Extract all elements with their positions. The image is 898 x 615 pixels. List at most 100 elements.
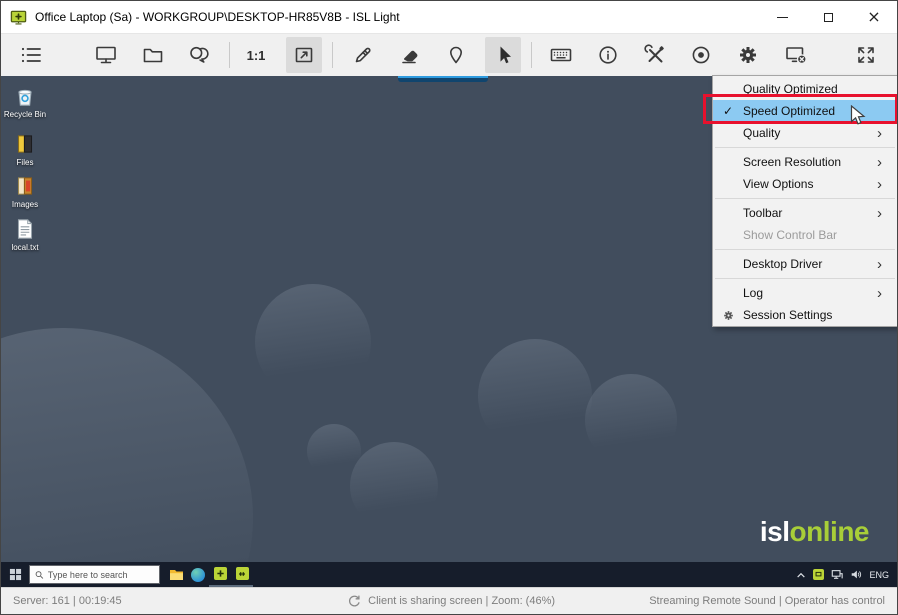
eraser-button[interactable] — [392, 37, 428, 73]
info-icon — [599, 46, 617, 64]
recycle-bin-icon — [18, 89, 32, 106]
menu-item-quality-optimized[interactable]: Quality Optimized — [713, 78, 897, 100]
server-status-text: Server: 161 | 00:19:45 — [13, 595, 122, 607]
menu-item-toolbar[interactable]: Toolbar › — [713, 202, 897, 224]
minimize-button[interactable] — [759, 1, 805, 33]
search-icon — [35, 570, 44, 579]
laser-pointer-button[interactable] — [438, 37, 474, 73]
volume-icon[interactable] — [850, 569, 862, 580]
menu-item-desktop-driver[interactable]: Desktop Driver › — [713, 253, 897, 275]
taskbar-edge[interactable] — [187, 562, 209, 587]
keyboard-icon — [550, 48, 572, 62]
windows-logo-icon — [9, 568, 21, 581]
monitor-icon — [96, 46, 116, 64]
islonline-logo: islonline — [760, 516, 870, 548]
draw-pen-button[interactable] — [345, 37, 381, 73]
minimized-control-bar-tab[interactable] — [398, 76, 488, 82]
file-explorer-icon — [169, 570, 183, 580]
maximize-icon — [823, 12, 833, 22]
background-circle — [1, 328, 253, 564]
status-bar: Server: 161 | 00:19:45 Client is sharing… — [1, 587, 897, 614]
chat-bubbles-icon — [190, 46, 209, 63]
session-info-button[interactable] — [590, 37, 626, 73]
desktop-view-button[interactable] — [88, 37, 124, 73]
isl-light-app-icon — [10, 9, 27, 26]
taskbar-file-explorer[interactable] — [165, 562, 187, 587]
desktop-icon-recycle-bin[interactable]: Recycle Bin — [3, 83, 47, 119]
menu-item-quality[interactable]: Quality › — [713, 122, 897, 144]
close-icon: × — [867, 7, 881, 26]
minimize-icon — [776, 16, 788, 18]
background-circle — [585, 374, 677, 466]
menu-item-view-options[interactable]: View Options › — [713, 173, 897, 195]
background-circle — [350, 442, 438, 530]
settings-context-menu: Quality Optimized ✓ Speed Optimized Qual… — [712, 75, 897, 327]
isl-arrows-icon — [235, 567, 249, 580]
desktop-icon-label: Files — [16, 158, 34, 167]
fit-screen-icon — [295, 47, 313, 63]
fit-screen-button[interactable] — [286, 37, 322, 73]
session-list-button[interactable] — [13, 37, 49, 73]
settings-button[interactable] — [730, 37, 766, 73]
folder-icon — [143, 48, 163, 63]
mouse-cursor — [850, 104, 866, 132]
menu-item-show-control-bar[interactable]: Show Control Bar — [713, 224, 897, 246]
network-icon[interactable] — [831, 569, 844, 580]
desktop-icon-label: Images — [11, 200, 39, 209]
gear-icon — [740, 47, 756, 63]
gear-icon — [713, 309, 743, 322]
record-icon — [692, 46, 710, 64]
cursor-arrow-icon — [500, 46, 511, 64]
close-button[interactable]: × — [851, 1, 897, 33]
language-indicator[interactable]: ENG — [869, 570, 889, 580]
maximize-button[interactable] — [805, 1, 851, 33]
toolbar-separator — [531, 42, 532, 68]
end-session-button[interactable] — [778, 37, 814, 73]
pointer-mode-button[interactable] — [485, 37, 521, 73]
system-tray: ENG — [796, 569, 897, 580]
menu-item-screen-resolution[interactable]: Screen Resolution › — [713, 151, 897, 173]
start-button[interactable] — [1, 562, 29, 587]
record-button[interactable] — [683, 37, 719, 73]
sharing-status-text: Client is sharing screen | Zoom: (46%) — [368, 595, 556, 607]
fullscreen-icon — [858, 47, 874, 63]
submenu-arrow-icon: › — [877, 255, 882, 273]
taskbar-isl-light[interactable] — [209, 562, 231, 587]
desktop-icon-files[interactable]: Files — [3, 131, 47, 167]
end-session-icon — [786, 47, 807, 65]
tray-isl-icon[interactable] — [813, 569, 825, 580]
submenu-arrow-icon: › — [877, 175, 882, 193]
chat-button[interactable] — [181, 37, 217, 73]
menu-list-icon — [21, 47, 41, 63]
taskbar-isl-connect[interactable] — [231, 562, 253, 587]
menu-item-log[interactable]: Log › — [713, 282, 897, 304]
toolbar-separator — [229, 42, 230, 68]
menu-separator — [713, 195, 897, 202]
one-to-one-zoom-button[interactable]: 1:1 — [238, 37, 274, 73]
one-to-one-label: 1:1 — [246, 47, 266, 63]
keyboard-button[interactable] — [543, 37, 579, 73]
location-pin-icon — [450, 46, 462, 64]
text-file-icon — [17, 219, 33, 239]
menu-item-session-settings[interactable]: Session Settings — [713, 304, 897, 326]
stream-control-text: Streaming Remote Sound | Operator has co… — [649, 595, 885, 607]
desktop-icon-local-txt[interactable]: local.txt — [3, 216, 47, 252]
menu-separator — [713, 144, 897, 151]
submenu-arrow-icon: › — [877, 124, 882, 142]
fullscreen-button[interactable] — [848, 37, 884, 73]
menu-item-speed-optimized[interactable]: ✓ Speed Optimized — [713, 100, 897, 122]
file-transfer-button[interactable] — [135, 37, 171, 73]
desktop-icon-images[interactable]: Images — [3, 173, 47, 209]
submenu-arrow-icon: › — [877, 153, 882, 171]
toolbar-separator — [332, 42, 333, 68]
tray-chevron-icon[interactable] — [796, 571, 806, 579]
background-circle — [307, 424, 361, 478]
desktop-icon-label: Recycle Bin — [3, 110, 47, 119]
search-input[interactable] — [47, 569, 154, 580]
window-title: Office Laptop (Sa) - WORKGROUP\DESKTOP-H… — [35, 10, 400, 24]
background-circle — [255, 284, 371, 400]
taskbar-search[interactable] — [29, 565, 160, 584]
isl-light-window: Office Laptop (Sa) - WORKGROUP\DESKTOP-H… — [0, 0, 898, 615]
admin-tools-button[interactable] — [637, 37, 673, 73]
eraser-icon — [402, 50, 418, 64]
